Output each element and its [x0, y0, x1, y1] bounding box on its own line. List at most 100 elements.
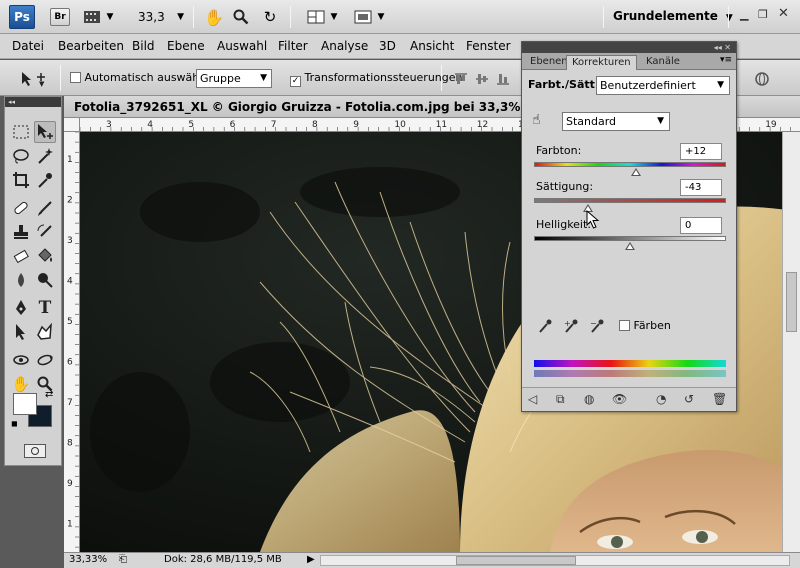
- reset-icon[interactable]: ↺: [684, 392, 694, 406]
- pen-tool-icon[interactable]: [10, 297, 32, 319]
- expand-view-icon[interactable]: ⧉: [556, 392, 565, 407]
- hand-tool-icon[interactable]: ✋: [203, 6, 225, 28]
- clip-to-layer-icon[interactable]: ◍: [584, 392, 594, 406]
- close-icon[interactable]: ✕: [778, 6, 789, 21]
- vertical-ruler-ticks: 12345678910: [67, 132, 79, 548]
- rotate-view-icon[interactable]: ↻: [259, 6, 281, 28]
- eyedropper-plus-icon[interactable]: +: [564, 318, 580, 337]
- eyedropper-icon[interactable]: [538, 318, 552, 337]
- chevron-down-icon[interactable]: ▼: [375, 6, 387, 28]
- tab-adjustments[interactable]: Korrekturen: [566, 55, 637, 70]
- eyedropper-tool-icon[interactable]: [34, 169, 56, 191]
- view-previous-icon[interactable]: ◔: [656, 392, 666, 406]
- 3d-orbit-icon[interactable]: [34, 349, 56, 371]
- vertical-scrollbar[interactable]: [782, 132, 800, 552]
- default-colors-icon[interactable]: ◼: [11, 419, 18, 428]
- menu-view[interactable]: Ansicht: [410, 39, 454, 53]
- tab-channels[interactable]: Kanäle: [641, 55, 685, 70]
- lightness-slider-track[interactable]: [534, 236, 726, 241]
- menu-file[interactable]: Datei: [12, 39, 44, 53]
- menu-filter[interactable]: Filter: [278, 39, 308, 53]
- healing-brush-icon[interactable]: [10, 197, 32, 219]
- saturation-slider-track[interactable]: [534, 198, 726, 203]
- arrange-documents-icon[interactable]: [305, 6, 327, 28]
- clone-stamp-icon[interactable]: [10, 221, 32, 243]
- toolbox-collapse-icon[interactable]: ◂◂: [5, 97, 61, 107]
- chevron-down-icon[interactable]: ▼: [104, 6, 116, 28]
- quick-mask-icon[interactable]: [24, 444, 46, 458]
- restore-icon[interactable]: ❐: [758, 8, 768, 21]
- targeted-adjustment-icon[interactable]: ☝: [532, 112, 541, 128]
- dodge-tool-icon[interactable]: [34, 269, 56, 291]
- menu-3d[interactable]: 3D: [379, 39, 396, 53]
- menu-analysis[interactable]: Analyse: [321, 39, 368, 53]
- hue-slider-track[interactable]: [534, 162, 726, 167]
- bridge-button[interactable]: Br: [50, 8, 70, 26]
- ruler-label: 8: [312, 120, 318, 130]
- custom-shape-icon[interactable]: [34, 321, 56, 343]
- zoom-level-field[interactable]: 33,3 ▼: [138, 7, 188, 27]
- align-bottom-icon[interactable]: [495, 68, 511, 90]
- hue-value-field[interactable]: +12: [680, 143, 722, 160]
- 3d-mode-icon[interactable]: [752, 68, 772, 90]
- path-selection-icon[interactable]: [10, 321, 32, 343]
- lightness-slider-thumb[interactable]: [625, 242, 635, 250]
- chevron-down-icon[interactable]: ▼: [328, 6, 340, 28]
- auto-select-checkbox[interactable]: [70, 72, 81, 83]
- magic-wand-icon[interactable]: [34, 145, 56, 167]
- align-center-icon[interactable]: [474, 68, 490, 90]
- menu-edit[interactable]: Bearbeiten: [58, 39, 124, 53]
- swap-colors-icon[interactable]: ⇄: [45, 389, 53, 400]
- ruler-origin[interactable]: [64, 118, 80, 132]
- preset-dropdown[interactable]: Benutzerdefiniert ▼: [596, 76, 730, 95]
- workspace-switcher[interactable]: Grundelemente ▼: [613, 9, 733, 23]
- ruler-label: 6: [67, 358, 73, 368]
- ruler-label: 1: [67, 520, 73, 530]
- hand-tool-icon[interactable]: ✋: [10, 373, 32, 395]
- eyedropper-minus-icon[interactable]: −: [590, 318, 606, 337]
- panel-collapse-icon[interactable]: ◂◂ ✕: [522, 42, 736, 53]
- eraser-tool-icon[interactable]: [10, 245, 32, 267]
- foreground-color-swatch[interactable]: [13, 393, 37, 415]
- marquee-tool-icon[interactable]: [10, 121, 32, 143]
- trash-icon[interactable]: 🗑: [712, 392, 727, 406]
- brush-tool-icon[interactable]: [34, 197, 56, 219]
- type-tool-icon[interactable]: T: [34, 297, 56, 319]
- auto-select-dropdown[interactable]: Gruppe ▼: [196, 69, 272, 88]
- lightness-value-field[interactable]: 0: [680, 217, 722, 234]
- back-arrow-icon[interactable]: ◁: [528, 392, 537, 406]
- status-menu-arrow-icon[interactable]: ▶: [307, 554, 315, 565]
- paint-bucket-icon[interactable]: [34, 245, 56, 267]
- horizontal-scrollbar-thumb[interactable]: [456, 556, 576, 565]
- align-top-icon[interactable]: [453, 68, 469, 90]
- menu-image[interactable]: Bild: [132, 39, 155, 53]
- move-tool-icon[interactable]: [34, 121, 56, 143]
- menu-layer[interactable]: Ebene: [167, 39, 205, 53]
- minimize-icon[interactable]: ▁: [740, 8, 748, 21]
- menu-select[interactable]: Auswahl: [217, 39, 267, 53]
- transform-controls-checkbox[interactable]: ✓: [290, 76, 301, 87]
- status-zoom[interactable]: 33,33%: [69, 554, 107, 565]
- blur-tool-icon[interactable]: [10, 269, 32, 291]
- vertical-scrollbar-thumb[interactable]: [786, 272, 797, 332]
- screen-mode-icon[interactable]: [352, 6, 374, 28]
- zoom-tool-icon[interactable]: [230, 6, 252, 28]
- horizontal-scrollbar[interactable]: [320, 555, 790, 566]
- move-tool-preset-icon[interactable]: ▼: [18, 68, 48, 90]
- crop-tool-icon[interactable]: [10, 169, 32, 191]
- history-brush-icon[interactable]: [34, 221, 56, 243]
- channel-dropdown[interactable]: Standard ▼: [562, 112, 670, 131]
- lasso-tool-icon[interactable]: [10, 145, 32, 167]
- status-info-icon[interactable]: ⎗: [119, 554, 127, 565]
- ruler-label: 3: [106, 120, 112, 130]
- toolbox: ◂◂ T ✋ ◼ ⇄: [4, 96, 62, 466]
- vertical-ruler[interactable]: 12345678910: [64, 132, 80, 552]
- panel-menu-icon[interactable]: ▾≡: [720, 55, 732, 65]
- colorize-checkbox[interactable]: [619, 320, 630, 331]
- visibility-eye-icon[interactable]: 👁: [612, 392, 627, 406]
- menu-window[interactable]: Fenster: [466, 39, 511, 53]
- hue-slider-thumb[interactable]: [630, 168, 641, 176]
- 3d-rotate-icon[interactable]: [10, 349, 32, 371]
- film-strip-icon[interactable]: [82, 6, 102, 28]
- saturation-value-field[interactable]: -43: [680, 179, 722, 196]
